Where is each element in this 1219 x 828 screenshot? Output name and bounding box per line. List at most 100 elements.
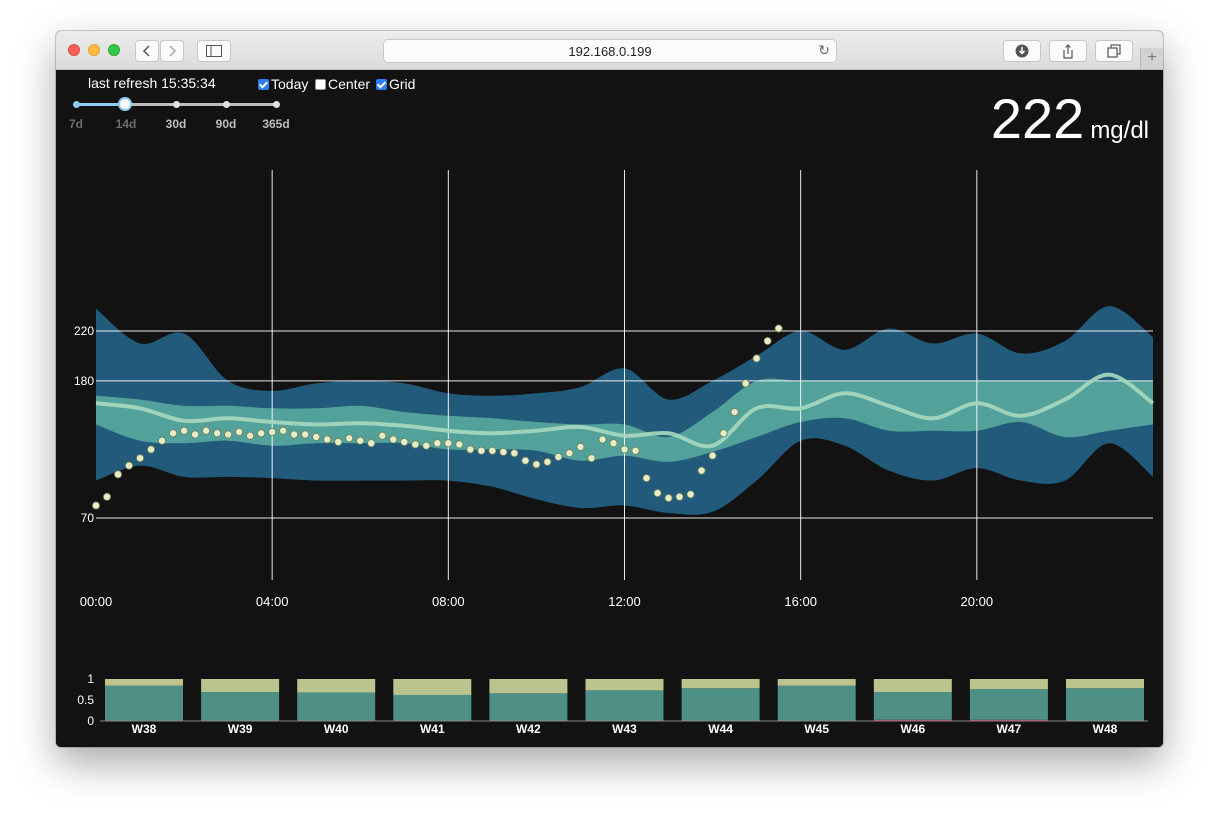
weekly-distribution-chart: W38 W39 W40 W41 W42 W43 W44 W45 W46 W47 W48 0 0.5 1 <box>77 672 1148 736</box>
today-reading-point <box>587 454 596 463</box>
x-tick-label: 00:00 <box>80 594 113 609</box>
bar-segment <box>1066 679 1144 689</box>
today-reading-point <box>147 445 156 454</box>
back-button[interactable] <box>135 40 159 62</box>
today-reading-point <box>213 429 222 438</box>
week-label: W39 <box>228 722 253 736</box>
today-reading-point <box>345 434 354 443</box>
today-reading-point <box>620 445 629 454</box>
dashboard: last refresh 15:35:34 Today Center Grid … <box>56 70 1163 747</box>
today-reading-point <box>224 430 233 439</box>
forward-button[interactable] <box>160 40 184 62</box>
today-reading-point <box>411 440 420 449</box>
today-reading-point <box>103 492 112 501</box>
today-reading-point <box>114 470 123 479</box>
today-reading-point <box>125 461 134 470</box>
today-reading-point <box>323 435 332 444</box>
x-tick-label: 04:00 <box>256 594 289 609</box>
x-tick-label: 20:00 <box>961 594 994 609</box>
week-label: W38 <box>132 722 157 736</box>
bar-segment <box>681 679 760 689</box>
bar-segment <box>393 694 472 721</box>
today-reading-point <box>708 451 717 460</box>
bar-segment <box>585 690 664 721</box>
today-reading-point <box>576 442 585 451</box>
today-reading-point <box>367 439 376 448</box>
today-reading-point <box>422 441 431 450</box>
share-button[interactable] <box>1049 40 1087 62</box>
bar-segment <box>297 692 376 721</box>
today-reading-point <box>730 408 739 417</box>
x-tick-label: 12:00 <box>608 594 641 609</box>
bar-segment <box>873 692 952 720</box>
today-reading-point <box>279 426 288 435</box>
address-bar[interactable]: 192.168.0.199 ↻ <box>383 39 837 63</box>
today-reading-point <box>609 439 618 448</box>
download-icon <box>1015 44 1029 58</box>
downloads-button[interactable] <box>1003 40 1041 62</box>
y-tick-label: 70 <box>81 511 95 525</box>
today-reading-point <box>664 494 673 503</box>
today-reading-point <box>774 324 783 333</box>
today-reading-point <box>169 429 178 438</box>
minimize-window-icon[interactable] <box>88 44 100 56</box>
y-tick-label: 220 <box>74 324 94 338</box>
sidebar-button[interactable] <box>197 40 231 62</box>
week-label: W40 <box>324 722 349 736</box>
url-text: 192.168.0.199 <box>568 44 652 59</box>
today-reading-point <box>268 427 277 436</box>
today-reading-point <box>158 436 167 445</box>
browser-toolbar: 192.168.0.199 ↻ + <box>56 31 1163 70</box>
today-reading-point <box>741 379 750 388</box>
today-reading-point <box>246 431 255 440</box>
week-label: W42 <box>516 722 541 736</box>
today-reading-point <box>510 449 519 458</box>
bar-segment <box>777 679 856 686</box>
chevron-right-icon <box>169 45 177 57</box>
today-reading-point <box>389 435 398 444</box>
today-reading-point <box>631 446 640 455</box>
reload-icon[interactable]: ↻ <box>818 42 830 59</box>
today-reading-point <box>488 446 497 455</box>
week-label: W41 <box>420 722 445 736</box>
today-reading-point <box>719 429 728 438</box>
today-reading-point <box>400 437 409 446</box>
today-reading-point <box>763 336 772 345</box>
today-reading-point <box>752 354 761 363</box>
today-reading-point <box>653 489 662 498</box>
bar-segment <box>201 692 280 721</box>
week-label: W47 <box>997 722 1022 736</box>
today-reading-point <box>290 430 299 439</box>
today-reading-point <box>356 436 365 445</box>
today-reading-point <box>697 466 706 475</box>
bar-segment <box>969 689 1048 720</box>
browser-window: 192.168.0.199 ↻ + last refresh 15:35:34 … <box>56 31 1163 747</box>
today-reading-point <box>334 437 343 446</box>
bar-segment <box>297 679 376 693</box>
zoom-window-icon[interactable] <box>108 44 120 56</box>
today-reading-point <box>202 426 211 435</box>
today-reading-point <box>378 431 387 440</box>
tabs-overview-button[interactable] <box>1095 40 1133 62</box>
today-reading-point <box>312 432 321 441</box>
today-reading-point <box>521 456 530 465</box>
close-window-icon[interactable] <box>68 44 80 56</box>
week-label: W44 <box>708 722 733 736</box>
today-reading-point <box>532 460 541 469</box>
today-reading-point <box>301 430 310 439</box>
today-reading-point <box>477 446 486 455</box>
glucose-profile-chart: 70 180 220 00:00 04:00 08:00 12:00 16:00 20:00 W3… <box>74 170 1155 736</box>
week-label: W43 <box>612 722 637 736</box>
bar-segment <box>681 688 760 721</box>
share-icon <box>1063 43 1073 59</box>
new-tab-button[interactable]: + <box>1140 48 1163 69</box>
today-reading-point <box>180 426 189 435</box>
bar-y-tick-label: 0.5 <box>77 693 94 707</box>
week-label: W45 <box>804 722 829 736</box>
tabs-icon <box>1107 44 1121 58</box>
bar-segment <box>777 685 856 721</box>
today-reading-point <box>554 452 563 461</box>
bar-y-tick-label: 0 <box>87 714 94 728</box>
today-reading-point <box>433 439 442 448</box>
today-reading-point <box>642 474 651 483</box>
